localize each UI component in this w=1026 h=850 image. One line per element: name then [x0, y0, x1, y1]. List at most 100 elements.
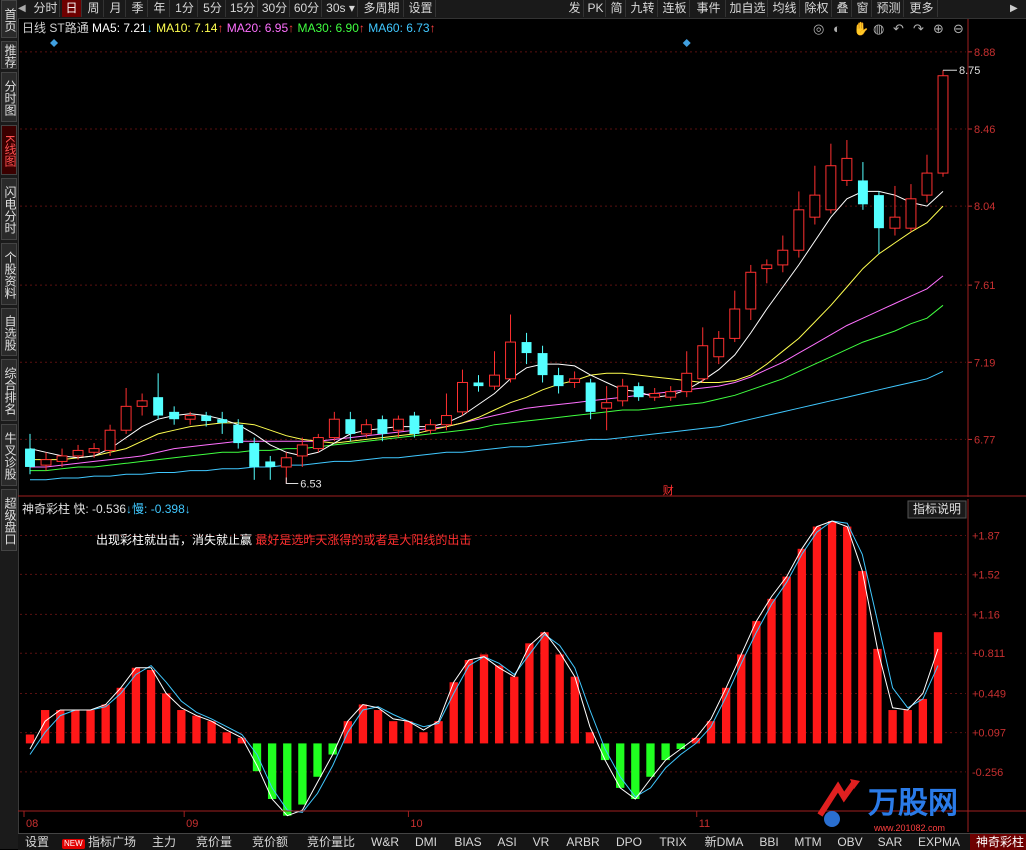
sidebar-item-1[interactable]: 推荐 [1, 41, 17, 69]
indicator-tab-7[interactable]: DMI [408, 834, 444, 850]
period-tab-8[interactable]: 15分 [228, 0, 258, 17]
tool-button-7[interactable]: 均线 [770, 0, 800, 17]
indicator-bar-positive [797, 548, 806, 744]
sidebar-item-3[interactable]: K线图 [1, 125, 17, 175]
indicator-tab-4[interactable]: 竞价额 [244, 834, 296, 850]
sidebar-item-7[interactable]: 综合排名 [1, 359, 17, 421]
tool-button-3[interactable]: 九转 [628, 0, 658, 17]
tool-button-9[interactable]: 叠 [834, 0, 852, 17]
ma60-line [30, 370, 944, 481]
indicator-tab-19[interactable]: EXPMA [912, 834, 966, 850]
chart-tool-icon-4[interactable]: ↶ [893, 21, 904, 36]
tool-button-6[interactable]: 加自选 [728, 0, 768, 17]
indicator-tab-12[interactable]: DPO [610, 834, 648, 850]
y-tick-label: 8.88 [974, 47, 995, 59]
candle-body-up [841, 157, 853, 181]
logo-arrow-icon [817, 779, 860, 827]
indicator-header: 神奇彩柱 快: -0.536↓慢: -0.398↓ [22, 501, 191, 516]
period-tab-12[interactable]: 多周期 [360, 0, 404, 17]
chart-tool-icon-5[interactable]: ↷ [913, 21, 925, 36]
period-tab-13[interactable]: 设置 [406, 0, 436, 17]
indicator-tab-8[interactable]: BIAS [448, 834, 488, 850]
y-tick-label: +0.097 [972, 728, 1006, 740]
indicator-tab-9[interactable]: ASI [492, 834, 522, 850]
sidebar-item-4[interactable]: 闪电分时 [1, 178, 17, 240]
indicator-tab-3[interactable]: 竞价量 [188, 834, 240, 850]
logo-url: www.201082.com [873, 823, 945, 833]
sidebar-item-label: 闪电分时 [3, 186, 17, 234]
indicator-tab-17[interactable]: OBV [832, 834, 868, 850]
tool-button-11[interactable]: 预测 [874, 0, 904, 17]
next-arrow-icon[interactable]: ▶ [1010, 0, 1024, 17]
candle-body-down [857, 180, 868, 205]
sidebar-item-9[interactable]: 超级盘口 [1, 489, 17, 551]
indicator-tab-label: DPO [615, 835, 642, 849]
indicator-tab-2[interactable]: 主力 [144, 834, 184, 850]
period-tab-10[interactable]: 60分 [292, 0, 322, 17]
indicator-tab-10[interactable]: VR [526, 834, 556, 850]
tool-button-12[interactable]: 更多 [906, 0, 938, 17]
tool-button-5[interactable]: 事件 [692, 0, 726, 17]
tool-button-10[interactable]: 窗 [854, 0, 872, 17]
candle-body-up [697, 345, 709, 380]
sidebar-item-0[interactable]: 首页 [1, 0, 17, 38]
chart-tool-icon-3[interactable]: ◍ [873, 21, 884, 36]
period-tab-1[interactable]: 日 [62, 0, 82, 17]
indicator-bar-positive [843, 526, 852, 744]
tool-button-1[interactable]: PK [586, 0, 606, 17]
kline-chart-panel[interactable]: 8.88 8.46 8.04 7.61 7.19 6.77 日线 ST路通 MA5: 7.2… [18, 19, 1026, 497]
indicator-tab-16[interactable]: MTM [788, 834, 828, 850]
indicator-tab-label: BIAS [454, 835, 482, 849]
chart-tool-icon-2[interactable]: ✋ [853, 21, 869, 36]
period-tab-9[interactable]: 30分 [260, 0, 290, 17]
sidebar-item-2[interactable]: 分时图 [1, 72, 17, 122]
indicator-bar-positive [162, 693, 171, 744]
period-tab-5[interactable]: 年 [150, 0, 170, 17]
indicator-tab-20[interactable]: 神奇彩柱 [970, 834, 1026, 850]
sidebar-item-5[interactable]: 个股资料 [1, 243, 17, 305]
candle-body-down [249, 443, 260, 467]
prev-arrow-icon[interactable]: ◀ [18, 0, 30, 17]
indicator-bar-positive [373, 710, 383, 744]
indicator-tab-11[interactable]: ARBR [560, 834, 606, 850]
candle-body-up [681, 372, 693, 393]
candle-body-up [120, 405, 132, 431]
indicator-bar-negative [631, 743, 640, 799]
indicator-bar-positive [101, 704, 110, 744]
tool-button-4[interactable]: 连板 [660, 0, 690, 17]
candle-body-down [25, 448, 35, 467]
indicator-tab-13[interactable]: TRIX [652, 834, 694, 850]
tool-button-0[interactable]: 发 [566, 0, 584, 17]
indicator-tab-18[interactable]: SAR [872, 834, 908, 850]
period-tab-11[interactable]: 30s ▾ [324, 0, 358, 17]
period-tab-6[interactable]: 1分 [172, 0, 198, 17]
indicator-tab-label: OBV [837, 835, 863, 849]
indicator-tab-5[interactable]: 竞价量比 [300, 834, 362, 850]
period-tab-2[interactable]: 周 [84, 0, 104, 17]
chart-tool-icon-1[interactable]: ◐ [833, 21, 841, 36]
indicator-tab-6[interactable]: W&R [366, 834, 404, 850]
sidebar-item-6[interactable]: 自选股 [1, 308, 17, 356]
indicator-tab-1[interactable]: NEW 指标广场 [58, 834, 140, 850]
indicator-tab-15[interactable]: BBI [754, 834, 784, 850]
indicator-bar-positive [752, 621, 761, 744]
tool-button-8[interactable]: 除权 [802, 0, 832, 17]
kline-chart[interactable]: 8.88 8.46 8.04 7.61 7.19 6.77 日线 ST路通 MA5: 7.2… [18, 19, 1026, 497]
chart-tool-icon-7[interactable]: ⊖ [953, 21, 964, 36]
period-tab-4[interactable]: 季 [128, 0, 148, 17]
period-tab-0[interactable]: 分时 [32, 0, 60, 17]
chart-tool-icon-6[interactable]: ⊕ [933, 21, 944, 36]
indicator-tab-label: 指标广场 [88, 835, 137, 849]
sidebar-item-label: 超级盘口 [3, 497, 17, 545]
chart-tool-icon-0[interactable]: ◎ [813, 21, 824, 36]
indicator-tab-0[interactable]: 设置 [20, 834, 54, 850]
low-price-label: 6.53 [300, 478, 321, 490]
sidebar-item-8[interactable]: 牛叉诊股 [1, 424, 17, 486]
period-tab-3[interactable]: 月 [106, 0, 126, 17]
low-leader [285, 477, 299, 484]
indicator-tab-14[interactable]: 新DMA [698, 834, 750, 850]
period-toolbar: ◀ 分时日周月季年 1分 5分 15分 30分 60分 30s ▾ 多周期 设置 发 PK 简九转 连板事… [18, 0, 1026, 19]
tool-button-2[interactable]: 简 [608, 0, 626, 17]
indicator-tab-label: MTM [794, 835, 822, 849]
period-tab-7[interactable]: 5分 [200, 0, 226, 17]
